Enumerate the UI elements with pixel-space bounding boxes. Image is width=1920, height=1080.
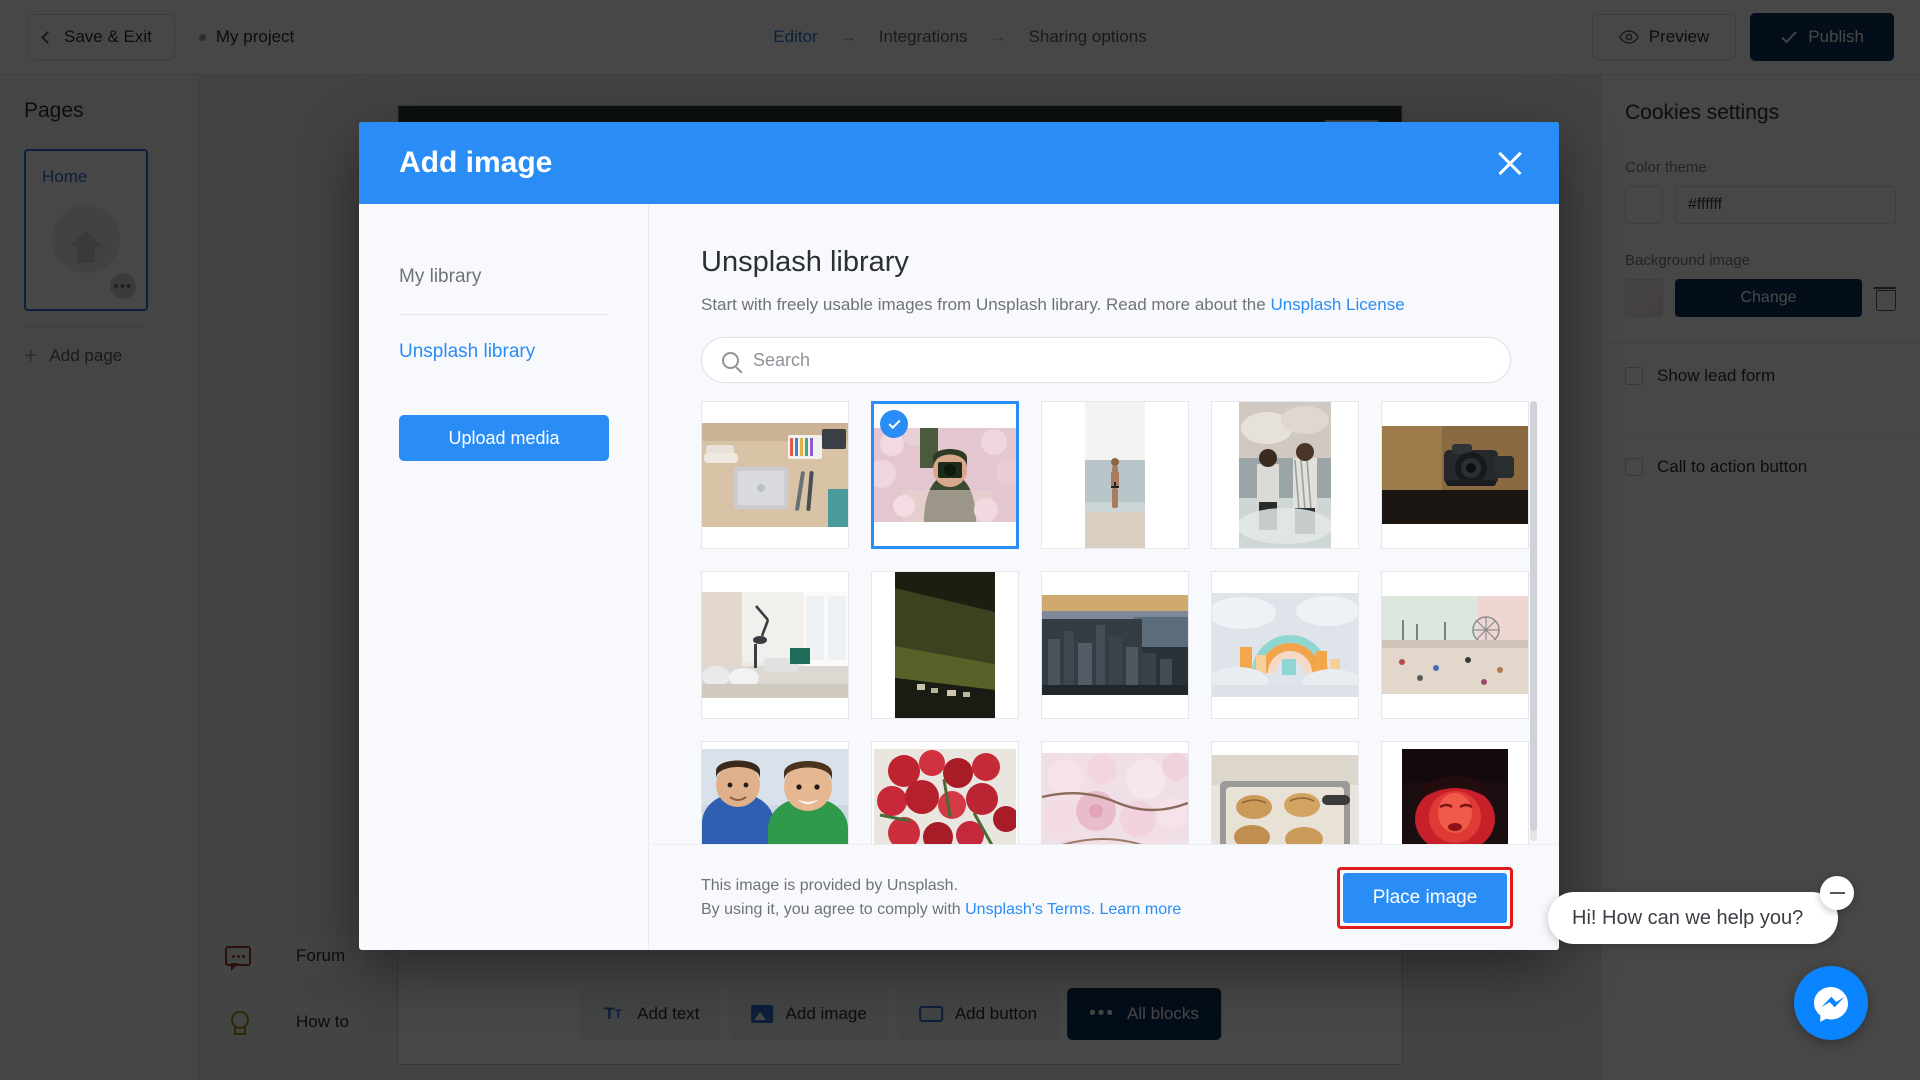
sidebar-item-my-library[interactable]: My library [399, 256, 608, 298]
app-root: Save & Exit My project Editor → Integrat… [0, 0, 1920, 1080]
learn-more-link[interactable]: Learn more [1100, 901, 1182, 918]
place-image-button[interactable]: Place image [1343, 872, 1507, 923]
messenger-glyph [1814, 987, 1848, 1022]
image-cell-pastel-3d-rainbow-render[interactable] [1211, 571, 1359, 719]
image-cell-woman-in-red-light[interactable] [1381, 741, 1529, 844]
search-icon [722, 351, 739, 369]
unsplash-library-heading: Unsplash library [701, 246, 909, 278]
attribution-text: This image is provided by Unsplash. By u… [701, 874, 1181, 922]
image-cell-pink-cherry-blossoms[interactable] [1041, 741, 1189, 844]
image-cell-woman-standing-on-beach[interactable] [1041, 401, 1189, 549]
attribution-line-1: This image is provided by Unsplash. [701, 876, 959, 894]
grid-scrollbar-thumb[interactable] [1530, 401, 1537, 831]
image-grid [701, 401, 1529, 844]
woman-standing-on-beach-thumb [1085, 402, 1145, 548]
selected-check-icon [880, 410, 908, 438]
red-bougainvillea-flowers-thumb [874, 749, 1016, 844]
attribution-line-2: By using it, you agree to comply with Un… [701, 898, 1181, 922]
unsplash-terms-link[interactable]: Unsplash's Terms. [965, 901, 1095, 918]
image-grid-scroll[interactable] [649, 383, 1559, 844]
image-cell-aerial-city-skyline[interactable] [1041, 571, 1189, 719]
image-cell-woman-with-camera-blossoms[interactable] [871, 401, 1019, 549]
image-cell-beach-ferris-wheel-pier[interactable] [1381, 571, 1529, 719]
unsplash-library-subtitle: Start with freely usable images from Uns… [701, 295, 1513, 315]
search-placeholder: Search [753, 349, 811, 370]
beach-ferris-wheel-pier-thumb [1382, 596, 1528, 694]
woman-with-camera-blossoms-thumb [874, 428, 1016, 522]
search-input[interactable]: Search [701, 337, 1511, 383]
chat-greeting-message[interactable]: Hi! How can we help you? [1548, 892, 1838, 944]
modal-title: Add image [399, 146, 553, 179]
dark-mountain-hillside-thumb [895, 572, 995, 718]
image-cell-laptop-desk-flatlay[interactable] [701, 401, 849, 549]
pastel-3d-rainbow-render-thumb [1212, 593, 1358, 697]
camera-on-wooden-table-thumb [1382, 426, 1528, 524]
image-cell-baked-pastries-on-tray[interactable] [1211, 741, 1359, 844]
laptop-desk-flatlay-thumb [702, 423, 848, 527]
image-cell-red-bougainvillea-flowers[interactable] [871, 741, 1019, 844]
minimize-icon[interactable] [1820, 876, 1854, 910]
modal-footer: This image is provided by Unsplash. By u… [649, 844, 1559, 950]
modal-header: Add image [359, 122, 1559, 204]
pink-cherry-blossoms-thumb [1042, 753, 1188, 844]
woman-in-red-light-thumb [1402, 749, 1508, 844]
attribution-prefix: By using it, you agree to comply with [701, 900, 966, 918]
messenger-icon[interactable] [1794, 966, 1868, 1040]
aerial-city-skyline-thumb [1042, 595, 1188, 695]
unsplash-license-link[interactable]: Unsplash License [1270, 295, 1404, 314]
two-young-men-portrait-thumb [702, 749, 848, 844]
image-cell-two-women-in-surf[interactable] [1211, 401, 1359, 549]
modal-main: Unsplash library Start with freely usabl… [649, 204, 1559, 950]
baked-pastries-on-tray-thumb [1212, 755, 1358, 844]
modal-main-header: Unsplash library Start with freely usabl… [649, 204, 1559, 383]
subtitle-text: Start with freely usable images from Uns… [701, 295, 1271, 314]
close-icon[interactable] [1493, 146, 1527, 180]
modal-body: My library Unsplash library Upload media… [359, 204, 1559, 950]
modal-sidebar: My library Unsplash library Upload media [359, 204, 649, 950]
upload-media-button[interactable]: Upload media [399, 415, 609, 461]
image-cell-dark-mountain-hillside[interactable] [871, 571, 1019, 719]
place-image-highlight: Place image [1337, 866, 1513, 929]
image-cell-camera-on-wooden-table[interactable] [1381, 401, 1529, 549]
image-cell-bright-modern-lounge[interactable] [701, 571, 849, 719]
sidebar-item-unsplash-library[interactable]: Unsplash library [399, 331, 608, 373]
add-image-modal: Add image My library Unsplash library Up… [359, 122, 1559, 950]
bright-modern-lounge-thumb [702, 592, 848, 698]
image-cell-two-young-men-portrait[interactable] [701, 741, 849, 844]
two-women-in-surf-thumb [1239, 402, 1331, 548]
sidebar-divider [399, 314, 608, 315]
